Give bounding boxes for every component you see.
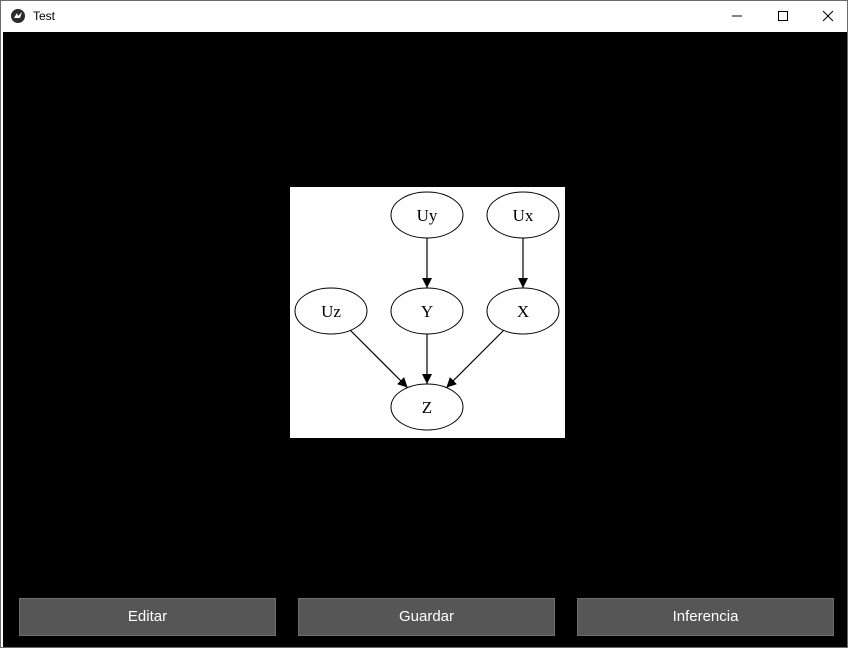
graph-node-y: Y — [390, 287, 464, 335]
window-title: Test — [33, 9, 56, 23]
graph-node-uz: Uz — [294, 287, 368, 335]
guardar-button[interactable]: Guardar — [298, 598, 555, 636]
kivy-logo-icon — [11, 9, 25, 23]
editar-button[interactable]: Editar — [19, 598, 276, 636]
close-icon — [822, 10, 834, 22]
graph-node-x: X — [486, 287, 560, 335]
close-button[interactable] — [805, 1, 848, 31]
maximize-icon — [778, 11, 788, 21]
node-label: Uz — [321, 302, 341, 321]
node-label: Y — [421, 302, 433, 321]
graph-node-z: Z — [390, 383, 464, 431]
node-label: Z — [422, 398, 432, 417]
inferencia-button[interactable]: Inferencia — [577, 598, 834, 636]
app-window: Test Uy Ux Uz Y X Z Editar Guardar Inferencia — [0, 0, 848, 648]
node-label: Uy — [417, 206, 438, 225]
maximize-button[interactable] — [760, 1, 806, 31]
graph-node-ux: Ux — [486, 191, 560, 239]
node-label: Ux — [513, 206, 534, 225]
graph-node-uy: Uy — [390, 191, 464, 239]
causal-graph-image: Uy Ux Uz Y X Z — [290, 187, 565, 438]
edge-uz-to-z — [349, 329, 409, 389]
title-bar[interactable]: Test — [1, 1, 847, 31]
causal-graph: Uy Ux Uz Y X Z — [294, 191, 560, 431]
main-canvas: Uy Ux Uz Y X Z Editar Guardar Inferencia — [3, 32, 847, 647]
minimize-button[interactable] — [714, 1, 760, 31]
edge-x-to-z — [445, 329, 505, 389]
minimize-icon — [732, 15, 742, 17]
node-label: X — [517, 302, 529, 321]
